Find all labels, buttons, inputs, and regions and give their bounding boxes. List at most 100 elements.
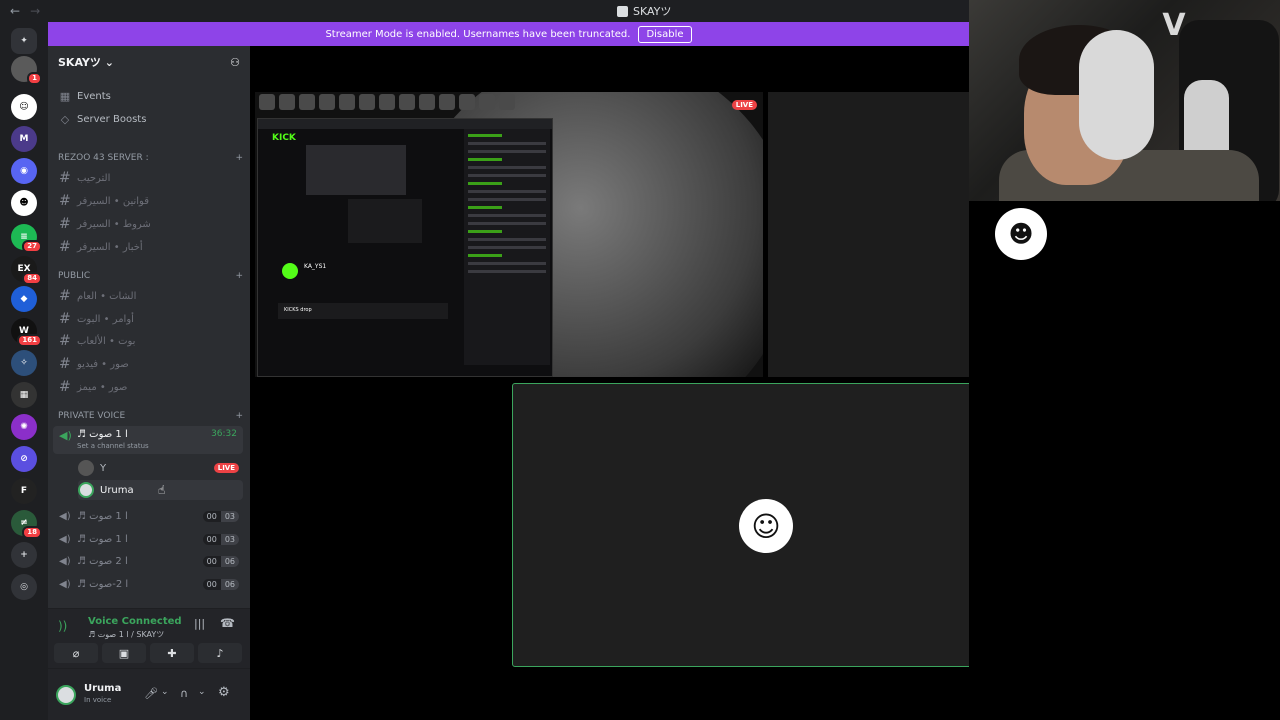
avatar: [78, 482, 94, 498]
channel-item[interactable]: # أخبار • السيرفر: [53, 239, 243, 255]
logo-icon: V: [1162, 8, 1186, 43]
count: 00: [202, 578, 221, 590]
server-icon-12[interactable]: ✺: [11, 414, 37, 440]
channel-item[interactable]: # صور • فيديو: [53, 356, 243, 372]
server-icon-2[interactable]: ☺: [11, 94, 37, 120]
voice-status-subtitle[interactable]: ♬ ا 1 صوت / SKAYツ: [88, 629, 164, 640]
category-rezoo[interactable]: REZOO 43 SERVER : +: [58, 153, 243, 163]
server-icon-3[interactable]: M: [11, 126, 37, 152]
active-voice-channel[interactable]: ◀) ♬ ا 1 صوت 36:32 Set a channel status: [53, 426, 243, 454]
participant-tile[interactable]: [768, 92, 969, 377]
voice-channel-item[interactable]: ◀) ♬ ا 2 صوت 00 06: [53, 552, 243, 570]
channel-item[interactable]: # أوامر • البوت: [53, 311, 243, 327]
plus-icon[interactable]: +: [235, 153, 243, 163]
noise-suppression-icon[interactable]: |||: [194, 617, 205, 630]
discord-icon[interactable]: ✦: [11, 28, 37, 54]
channel-status[interactable]: Set a channel status: [77, 442, 149, 450]
channel-item[interactable]: # صور • ميمز: [53, 379, 243, 395]
soundboard-button[interactable]: ♪: [198, 643, 242, 663]
badge: 27: [22, 240, 42, 253]
limit: 03: [220, 510, 239, 522]
server-icon-9[interactable]: W 161: [11, 318, 42, 347]
server-icon-4[interactable]: ◉: [11, 158, 37, 184]
voice-channel-name: ♬ ا 1 صوت: [77, 533, 128, 545]
voice-channel-item[interactable]: ◀) ♬ ا 1 صوت 00 03: [53, 507, 243, 525]
add-server-icon[interactable]: +: [11, 542, 37, 568]
disable-button[interactable]: Disable: [638, 25, 692, 43]
server-header[interactable]: SKAYツ ⌄ ⚇: [48, 46, 250, 78]
sidebar-item-server-boosts[interactable]: ◇ Server Boosts: [53, 113, 243, 126]
window-title-text: SKAYツ: [633, 5, 672, 18]
avatar[interactable]: [56, 685, 76, 705]
camera-button[interactable]: ⌀: [54, 643, 98, 663]
speaking-participant-tile[interactable]: ☺: [512, 383, 1018, 667]
sidebar-item-events[interactable]: ▦ Events: [53, 90, 243, 103]
disconnect-icon[interactable]: ☎: [220, 616, 235, 630]
server-icon-1[interactable]: 1: [11, 56, 42, 85]
user-status: In voice: [84, 696, 112, 704]
speaker-icon: ◀): [59, 510, 71, 522]
server-icon-14[interactable]: F: [11, 478, 37, 504]
window-title: SKAYツ: [617, 3, 671, 19]
channel-item[interactable]: # الترحيب: [53, 170, 243, 186]
headphones-icon[interactable]: ∩: [180, 687, 188, 700]
gear-icon[interactable]: ⚙: [218, 685, 230, 700]
server-icon: [617, 5, 628, 17]
voice-channel-item[interactable]: ◀) ♬ ا 1 صوت 00 03: [53, 530, 243, 548]
server-icon-15[interactable]: ≠ 18: [11, 510, 42, 539]
kick-channel-name: KA_YS1: [304, 263, 327, 270]
voice-channel-name: ♬ ا 1 صوت: [77, 429, 128, 440]
title-bar: ← → SKAYツ: [0, 0, 969, 22]
voice-channel-name: ♬ ا 2-صوت: [77, 578, 129, 590]
server-icon-6[interactable]: ≡ 27: [11, 224, 42, 253]
stream-tile[interactable]: KICK KA_YS1 KICKS drop LIVE: [255, 92, 763, 377]
plus-icon[interactable]: +: [235, 411, 243, 421]
chevron-down-icon[interactable]: ⌄: [161, 687, 169, 697]
server-icon-10[interactable]: ✧: [11, 350, 37, 376]
server-icon-8[interactable]: ◆: [11, 286, 37, 312]
forward-arrow-icon[interactable]: →: [30, 4, 40, 18]
channel-item[interactable]: # الشات • العام: [53, 288, 243, 304]
server-icon-5[interactable]: ☻: [11, 190, 37, 216]
kick-logo: KICK: [272, 133, 296, 143]
hash-icon: #: [59, 239, 71, 255]
channel-sidebar: SKAYツ ⌄ ⚇ ▦ Events ◇ Server Boosts REZOO…: [48, 46, 250, 720]
streamer-mode-banner: Streamer Mode is enabled. Usernames have…: [48, 22, 969, 46]
badge: 18: [22, 526, 42, 539]
count: 00: [202, 555, 221, 567]
activities-button[interactable]: ✚: [150, 643, 194, 663]
server-name: SKAYツ: [58, 56, 101, 69]
category-public[interactable]: PUBLIC +: [58, 271, 243, 281]
hash-icon: #: [59, 379, 71, 395]
live-badge: LIVE: [731, 100, 757, 110]
plus-icon[interactable]: +: [235, 271, 243, 281]
channel-name: صور • ميمز: [77, 381, 128, 393]
category-private-voice[interactable]: PRIVATE VOICE +: [58, 411, 243, 421]
badge: 84: [22, 272, 42, 285]
badge: 161: [17, 334, 42, 347]
voice-member-y[interactable]: Y LIVE: [78, 458, 243, 478]
discover-icon[interactable]: ◎: [11, 574, 37, 600]
avatar: ☺: [739, 499, 793, 553]
mic-icon[interactable]: 🎤︎: [144, 687, 158, 700]
kick-drop-label: KICKS drop: [284, 307, 312, 313]
speaker-icon: ◀): [59, 555, 71, 567]
hash-icon: #: [59, 170, 71, 186]
banner-text: Streamer Mode is enabled. Usernames have…: [325, 28, 631, 40]
voice-channel-name: ♬ ا 1 صوت: [77, 510, 128, 522]
sidebar-item-label: Events: [77, 91, 111, 102]
screen-share-button[interactable]: ▣: [102, 643, 146, 663]
add-member-icon[interactable]: ⚇: [230, 56, 240, 69]
back-arrow-icon[interactable]: ←: [10, 4, 20, 18]
server-icon-11[interactable]: ▦: [11, 382, 37, 408]
voice-channel-item[interactable]: ◀) ♬ ا 2-صوت 00 06: [53, 575, 243, 593]
voice-status-title[interactable]: Voice Connected: [88, 616, 182, 627]
chevron-down-icon[interactable]: ⌄: [198, 687, 206, 697]
channel-item[interactable]: # شروط • السيرفر: [53, 216, 243, 232]
server-icon-13[interactable]: ⊘: [11, 446, 37, 472]
activities-icon: ✚: [167, 646, 177, 660]
user-limit: 00 03: [202, 510, 239, 522]
server-icon-7[interactable]: EX 84: [11, 256, 42, 285]
channel-item[interactable]: # قوانين • السيرفر: [53, 193, 243, 209]
channel-item[interactable]: # بوت • الألعاب: [53, 333, 243, 349]
